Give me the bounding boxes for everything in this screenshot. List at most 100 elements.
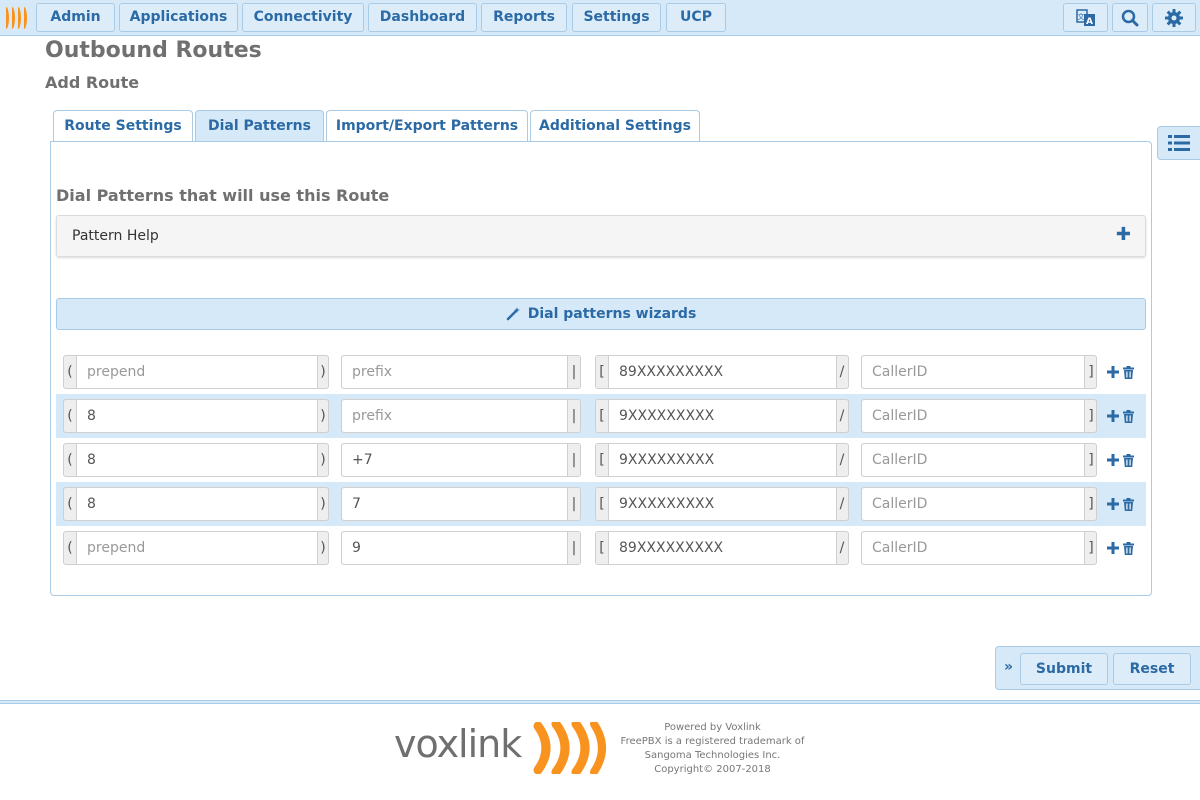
input-addon: ) [320,540,326,556]
trash-icon[interactable] [1123,409,1134,423]
callerid-group: CallerID] [861,531,1097,565]
trash-icon[interactable] [1123,365,1134,379]
trash-icon[interactable] [1123,453,1134,467]
nav-applications[interactable]: Applications [119,3,238,32]
dial-patterns-wizard-button[interactable]: Dial patterns wizards [56,298,1146,330]
plus-icon[interactable]: ✚ [1116,224,1131,245]
nav-reports[interactable]: Reports [481,3,567,32]
callerid-group: CallerID] [861,443,1097,477]
input-addon: / [839,452,845,468]
sidebar-toggle-button[interactable] [1157,126,1200,160]
tab-import-export-patterns[interactable]: Import/Export Patterns [326,110,528,142]
prepend-input[interactable]: 8 [76,444,318,476]
reset-button[interactable]: Reset [1113,653,1191,685]
input-addon: [ [599,364,605,380]
prepend-group: (prepend) [63,531,329,565]
dial-pattern-row: (8) prefix |[9XXXXXXXXX / CallerID] [56,394,1146,438]
add-pattern-icon[interactable] [1107,498,1119,510]
prefix-group: 9 | [341,531,581,565]
callerid-group: CallerID] [861,487,1097,521]
nav-dashboard[interactable]: Dashboard [368,3,477,32]
match-pattern-input[interactable]: 9XXXXXXXXX [608,444,837,476]
input-addon: | [571,452,577,468]
prefix-input[interactable]: 9 [342,532,568,564]
search-icon [1121,9,1139,26]
nav-ucp[interactable]: UCP [666,3,726,32]
callerid-input[interactable]: CallerID [862,532,1085,564]
submit-button[interactable]: Submit [1020,653,1108,685]
callerid-group: CallerID] [861,355,1097,389]
add-pattern-icon[interactable] [1107,410,1119,422]
prepend-input[interactable]: prepend [76,356,318,388]
input-addon: [ [599,496,605,512]
input-addon: / [839,364,845,380]
prefix-group: prefix | [341,355,581,389]
prepend-group: (prepend) [63,355,329,389]
nav-connectivity[interactable]: Connectivity [242,3,364,32]
input-addon: | [571,540,577,556]
match-pattern-input[interactable]: 9XXXXXXXXX [608,400,837,432]
svg-text:文: 文 [1077,12,1084,21]
pattern-help-collapsible[interactable]: Pattern Help ✚ [56,215,1146,257]
freepbx-logo-icon[interactable] [3,7,33,29]
nav-admin[interactable]: Admin [36,3,115,32]
input-addon: ] [1088,496,1094,512]
prefix-input[interactable]: prefix [342,356,568,388]
magic-wand-icon [506,307,520,321]
input-addon: [ [599,408,605,424]
input-addon: ( [67,452,73,468]
prefix-input[interactable]: +7 [342,444,568,476]
translate-icon: A 文 [1075,8,1095,27]
add-pattern-icon[interactable] [1107,454,1119,466]
tab-route-settings[interactable]: Route Settings [53,110,193,142]
nav-settings[interactable]: Settings [572,3,661,32]
translate-button[interactable]: A 文 [1063,3,1108,32]
section-heading: Dial Patterns that will use this Route [56,186,390,205]
prefix-group: prefix | [341,399,581,433]
pattern-help-label: Pattern Help [72,228,159,244]
search-button[interactable] [1112,3,1148,32]
dial-pattern-row: (8) 7 |[9XXXXXXXXX / CallerID] [56,482,1146,526]
tab-additional-settings[interactable]: Additional Settings [530,110,700,142]
prefix-input[interactable]: 7 [342,488,568,520]
trash-icon[interactable] [1123,541,1134,555]
callerid-group: CallerID] [861,399,1097,433]
svg-text:A: A [1086,17,1093,27]
add-pattern-icon[interactable] [1107,542,1119,554]
input-addon: ] [1088,452,1094,468]
input-addon: | [571,496,577,512]
callerid-input[interactable]: CallerID [862,488,1085,520]
input-addon: ] [1088,540,1094,556]
match-pattern-group: [89XXXXXXXXX / [595,531,849,565]
prefix-group: +7 | [341,443,581,477]
trash-icon[interactable] [1123,497,1134,511]
footer-divider [0,700,1200,704]
brand-name: voxlink [394,722,522,766]
match-pattern-group: [9XXXXXXXXX / [595,399,849,433]
match-pattern-input[interactable]: 9XXXXXXXXX [608,488,837,520]
match-pattern-group: [9XXXXXXXXX / [595,487,849,521]
callerid-input[interactable]: CallerID [862,356,1085,388]
prepend-input[interactable]: 8 [76,488,318,520]
input-addon: / [839,408,845,424]
page-subtitle: Add Route [45,73,140,92]
list-icon [1168,135,1190,151]
footer-line-copyright: Copyright© 2007-2018 [654,764,771,775]
prepend-group: (8) [63,487,329,521]
input-addon: / [839,496,845,512]
input-addon: ) [320,364,326,380]
add-pattern-icon[interactable] [1107,366,1119,378]
wizard-label: Dial patterns wizards [527,306,697,322]
prepend-input[interactable]: prepend [76,532,318,564]
input-addon: | [571,408,577,424]
prefix-input[interactable]: prefix [342,400,568,432]
callerid-input[interactable]: CallerID [862,400,1085,432]
footer-line-trademark: FreePBX is a registered trademark of [620,736,805,747]
match-pattern-input[interactable]: 89XXXXXXXXX [608,356,837,388]
callerid-input[interactable]: CallerID [862,444,1085,476]
collapse-chevron-icon[interactable]: » [1004,659,1013,675]
prepend-input[interactable]: 8 [76,400,318,432]
settings-button[interactable] [1152,3,1196,32]
tab-dial-patterns[interactable]: Dial Patterns [195,110,324,143]
match-pattern-input[interactable]: 89XXXXXXXXX [608,532,837,564]
